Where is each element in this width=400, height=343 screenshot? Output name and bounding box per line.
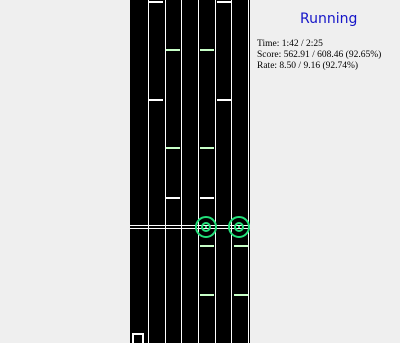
stats-panel: Time: 1:42 / 2:25 Score: 562.91 / 608.46… bbox=[257, 39, 381, 72]
note bbox=[217, 99, 231, 101]
lane-divider bbox=[248, 0, 249, 343]
lane-divider bbox=[165, 0, 166, 343]
lane-divider bbox=[231, 0, 232, 343]
note bbox=[166, 49, 180, 51]
lane-divider bbox=[181, 0, 182, 343]
note bbox=[200, 197, 214, 199]
note bbox=[149, 99, 163, 101]
note bbox=[217, 1, 231, 3]
target-center-icon bbox=[205, 226, 207, 228]
receptor-lane-6[interactable] bbox=[228, 216, 250, 238]
note bbox=[234, 245, 248, 247]
lane-divider bbox=[215, 0, 216, 343]
note bbox=[200, 245, 214, 247]
target-center-icon bbox=[238, 226, 240, 228]
status-title: Running bbox=[300, 11, 358, 27]
receptor-lane-4[interactable] bbox=[195, 216, 217, 238]
note bbox=[149, 1, 163, 3]
note bbox=[200, 49, 214, 51]
corner-square-icon bbox=[132, 333, 144, 343]
game-stage: Running Time: 1:42 / 2:25 Score: 562.91 … bbox=[0, 0, 400, 343]
note bbox=[166, 197, 180, 199]
note bbox=[166, 147, 180, 149]
time-readout: Time: 1:42 / 2:25 bbox=[257, 39, 323, 49]
note bbox=[200, 147, 214, 149]
note bbox=[200, 294, 214, 296]
playfield[interactable] bbox=[130, 0, 250, 343]
lane-divider bbox=[148, 0, 149, 343]
note bbox=[234, 294, 248, 296]
rate-readout: Rate: 8.50 / 9.16 (92.74%) bbox=[257, 61, 359, 71]
score-readout: Score: 562.91 / 608.46 (92.65%) bbox=[257, 50, 382, 60]
lane-divider bbox=[198, 0, 199, 343]
